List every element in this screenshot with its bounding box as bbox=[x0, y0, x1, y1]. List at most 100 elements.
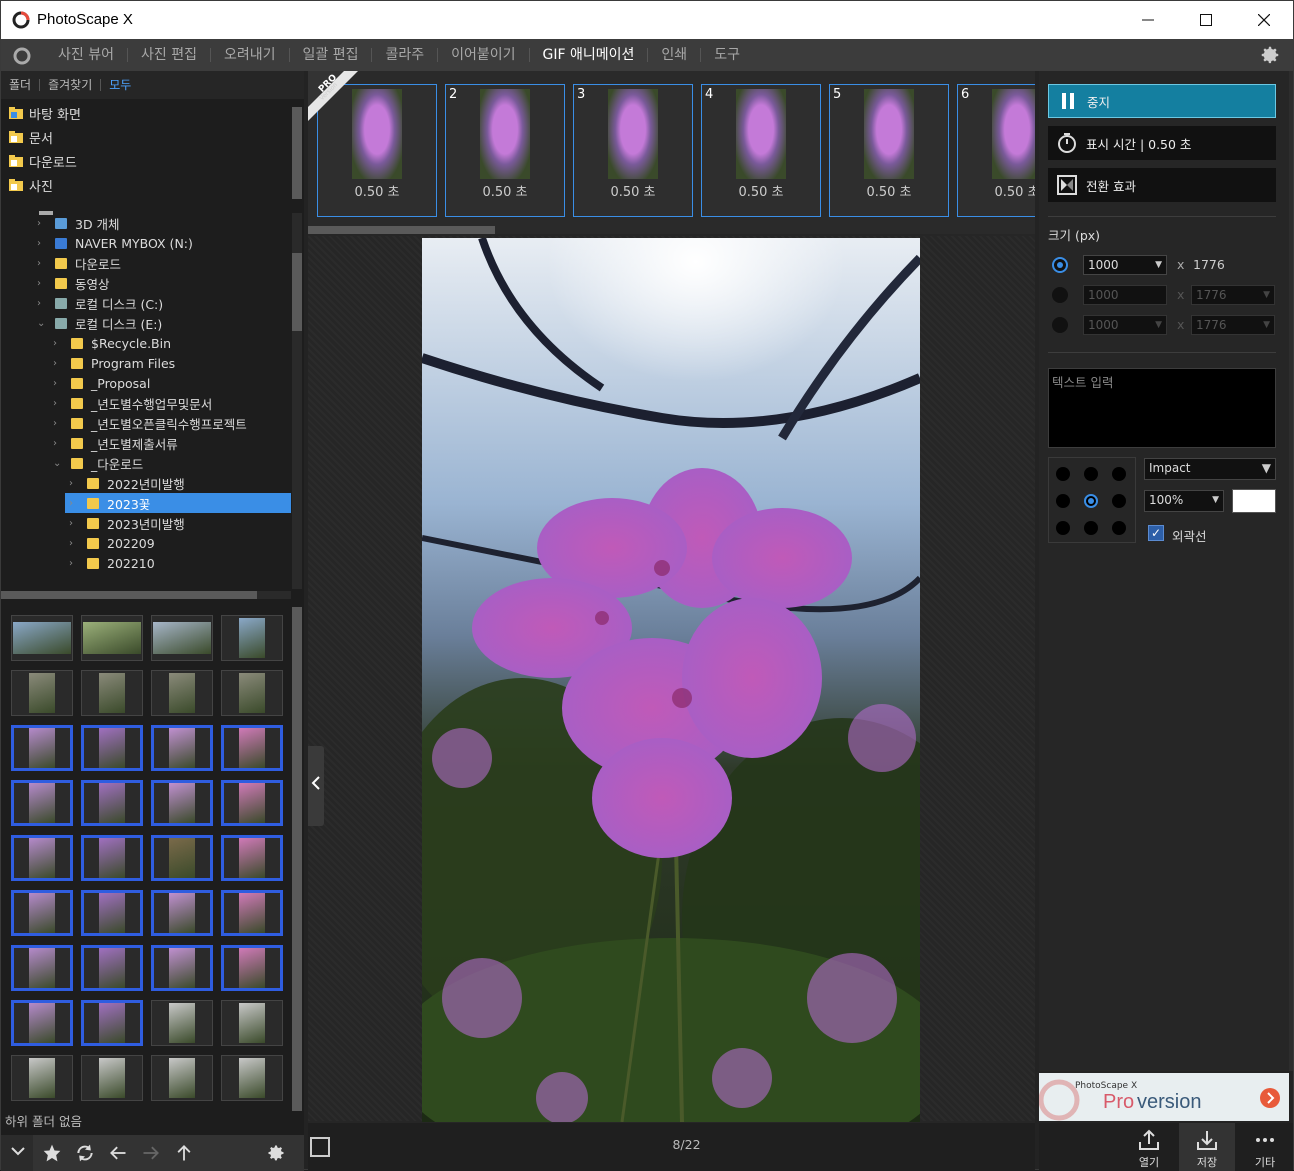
tree-scroll-thumb[interactable] bbox=[292, 253, 302, 331]
chevron-right-icon[interactable]: › bbox=[53, 418, 65, 429]
frame-strip-scrollbar[interactable] bbox=[308, 226, 1035, 234]
text-position-option[interactable] bbox=[1112, 494, 1126, 508]
width-select-2[interactable]: 1000 bbox=[1083, 285, 1167, 305]
size-option-2-radio[interactable] bbox=[1052, 287, 1068, 303]
photo-thumbnail[interactable] bbox=[11, 780, 73, 826]
text-position-option[interactable] bbox=[1056, 494, 1070, 508]
chevron-right-icon[interactable]: › bbox=[69, 518, 81, 529]
photo-thumbnail[interactable] bbox=[81, 945, 143, 991]
photo-thumbnail[interactable] bbox=[151, 835, 213, 881]
tree-scrollbar[interactable] bbox=[292, 213, 302, 589]
photo-thumbnail[interactable] bbox=[81, 1055, 143, 1101]
dropdown-button[interactable] bbox=[7, 1143, 29, 1165]
chevron-right-icon[interactable]: › bbox=[53, 338, 65, 349]
photo-thumbnail[interactable] bbox=[81, 835, 143, 881]
menu-item-8[interactable]: 도구 bbox=[701, 48, 753, 62]
photo-thumbnail[interactable] bbox=[221, 670, 283, 716]
tree-item[interactable]: › $Recycle.Bin bbox=[1, 333, 291, 353]
display-time-button[interactable]: 표시 시간 | 0.50 초 bbox=[1048, 126, 1276, 160]
chevron-right-icon[interactable]: › bbox=[37, 218, 49, 229]
size-option-3-radio[interactable] bbox=[1052, 317, 1068, 333]
chevron-right-icon[interactable]: › bbox=[53, 438, 65, 449]
maximize-button[interactable] bbox=[1177, 1, 1235, 39]
photo-thumbnail[interactable] bbox=[11, 890, 73, 936]
tree-item[interactable]: › 2023년미발행 bbox=[1, 513, 291, 533]
photo-thumbnail[interactable] bbox=[81, 1000, 143, 1046]
tree-item[interactable]: › NAVER MYBOX (N:) bbox=[1, 233, 291, 253]
transition-effect-button[interactable]: 전환 효과 bbox=[1048, 168, 1276, 202]
photo-thumbnail[interactable] bbox=[221, 615, 283, 661]
tree-item[interactable]: › 2023꽃 bbox=[65, 493, 291, 513]
chevron-right-icon[interactable]: › bbox=[37, 278, 49, 289]
width-select-1[interactable]: 1000 ▼ bbox=[1083, 255, 1167, 275]
close-button[interactable] bbox=[1235, 1, 1293, 39]
font-select[interactable]: Impact ▼ bbox=[1144, 458, 1276, 480]
chevron-right-icon[interactable]: › bbox=[69, 478, 81, 489]
photo-thumbnail[interactable] bbox=[81, 780, 143, 826]
photo-thumbnail[interactable] bbox=[151, 890, 213, 936]
photo-thumbnail[interactable] bbox=[11, 835, 73, 881]
chevron-right-icon[interactable]: › bbox=[53, 358, 65, 369]
stop-button[interactable]: 중지 bbox=[1048, 84, 1276, 118]
photo-thumbnail[interactable] bbox=[221, 780, 283, 826]
width-select-3[interactable]: 1000 ▼ bbox=[1083, 315, 1167, 335]
refresh-button[interactable] bbox=[74, 1143, 96, 1165]
size-option-1-radio[interactable] bbox=[1052, 257, 1068, 273]
animation-frame[interactable]: 3 0.50 초 bbox=[573, 84, 693, 217]
chevron-down-icon[interactable]: ⌄ bbox=[53, 458, 65, 469]
save-button[interactable]: 저장 bbox=[1179, 1123, 1235, 1171]
tree-item[interactable]: › _년도별제출서류 bbox=[1, 433, 291, 453]
height-select-3[interactable]: 1776 ▼ bbox=[1191, 315, 1275, 335]
photo-thumbnail[interactable] bbox=[11, 1000, 73, 1046]
tree-item[interactable]: › _년도별수행업무및문서 bbox=[1, 393, 291, 413]
photo-thumbnail[interactable] bbox=[81, 615, 143, 661]
pro-version-ad-banner[interactable]: PhotoScape X Pro version bbox=[1039, 1073, 1289, 1121]
left-tab-0[interactable]: 폴더 bbox=[9, 79, 41, 91]
animation-frame[interactable]: 2 0.50 초 bbox=[445, 84, 565, 217]
photo-thumbnail[interactable] bbox=[11, 670, 73, 716]
favorite-button[interactable] bbox=[41, 1143, 63, 1165]
animation-frame[interactable]: 6 0.50 초 bbox=[957, 84, 1035, 217]
menu-item-1[interactable]: 사진 편집 bbox=[128, 48, 211, 62]
photo-thumbnail[interactable] bbox=[151, 1000, 213, 1046]
favorite-item[interactable]: 사진 bbox=[1, 173, 291, 197]
chevron-right-icon[interactable]: › bbox=[69, 538, 81, 549]
photo-thumbnail[interactable] bbox=[221, 1055, 283, 1101]
chevron-right-icon[interactable]: › bbox=[37, 238, 49, 249]
tree-item[interactable]: › 3D 개체 bbox=[1, 213, 291, 233]
tree-item[interactable]: › 로컬 디스크 (C:) bbox=[1, 293, 291, 313]
tree-item[interactable]: › 동영상 bbox=[1, 273, 291, 293]
photo-thumbnail[interactable] bbox=[11, 725, 73, 771]
menu-item-7[interactable]: 인쇄 bbox=[648, 48, 702, 62]
text-position-option[interactable] bbox=[1084, 467, 1098, 481]
thumbs-scroll-thumb[interactable] bbox=[292, 607, 302, 1111]
tree-item[interactable]: › 202210 bbox=[1, 553, 291, 573]
photo-thumbnail[interactable] bbox=[11, 615, 73, 661]
chevron-right-icon[interactable]: › bbox=[53, 378, 65, 389]
tree-item[interactable]: › _Proposal bbox=[1, 373, 291, 393]
photo-thumbnail[interactable] bbox=[221, 1000, 283, 1046]
favorites-scroll-thumb[interactable] bbox=[292, 107, 302, 199]
photo-thumbnail[interactable] bbox=[11, 1055, 73, 1101]
text-color-swatch[interactable] bbox=[1232, 489, 1276, 513]
animation-frame[interactable]: 4 0.50 초 bbox=[701, 84, 821, 217]
text-position-option[interactable] bbox=[1056, 467, 1070, 481]
chevron-right-icon[interactable]: › bbox=[69, 498, 81, 509]
menu-item-5[interactable]: 이어붙이기 bbox=[438, 48, 530, 62]
favorites-scrollbar[interactable] bbox=[292, 107, 302, 199]
menu-item-4[interactable]: 콜라주 bbox=[372, 48, 439, 62]
tree-item[interactable]: ⌄ _다운로드 bbox=[1, 453, 291, 473]
favorite-item[interactable]: 바탕 화면 bbox=[1, 101, 291, 125]
tree-hscroll-thumb[interactable] bbox=[1, 591, 257, 599]
tree-item[interactable]: › 202209 bbox=[1, 533, 291, 553]
photo-thumbnail[interactable] bbox=[221, 725, 283, 771]
text-position-option[interactable] bbox=[1084, 494, 1098, 508]
app-home-icon[interactable] bbox=[11, 45, 33, 67]
chevron-right-icon[interactable]: › bbox=[37, 258, 49, 269]
open-button[interactable]: 열기 bbox=[1121, 1123, 1177, 1171]
thumbs-scrollbar[interactable] bbox=[292, 607, 302, 1111]
tree-item[interactable]: ⌄ 로컬 디스크 (E:) bbox=[1, 313, 291, 333]
chevron-right-icon[interactable]: › bbox=[37, 298, 49, 309]
browser-settings-button[interactable] bbox=[265, 1143, 287, 1165]
animation-frame[interactable]: 5 0.50 초 bbox=[829, 84, 949, 217]
